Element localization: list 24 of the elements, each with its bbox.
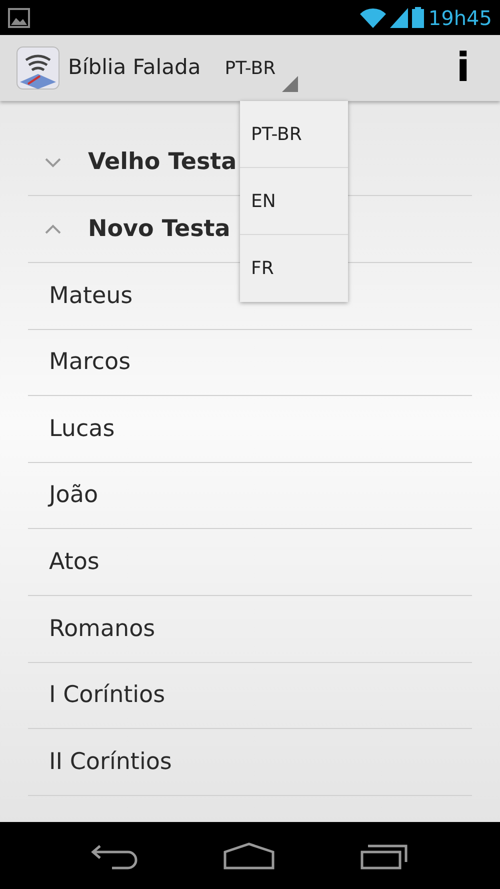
language-option[interactable]: FR	[240, 235, 348, 302]
info-button[interactable]: i	[450, 47, 476, 89]
clock-time: 19h45	[428, 4, 492, 32]
group-header[interactable]: Novo Testa	[88, 212, 230, 246]
signal-icon	[390, 8, 408, 28]
language-option[interactable]: EN	[240, 168, 348, 235]
group-header[interactable]: Velho Testa	[88, 144, 237, 180]
book-item[interactable]: Lucas	[49, 412, 115, 446]
book-item[interactable]: I Coríntios	[49, 678, 166, 713]
app-logo-icon	[16, 46, 60, 90]
wifi-icon	[360, 8, 386, 28]
battery-icon	[412, 7, 424, 28]
app-title: Bíblia Falada	[68, 54, 201, 82]
book-item[interactable]: João	[49, 478, 98, 513]
book-item[interactable]: Romanos	[49, 612, 156, 646]
book-item[interactable]: Marcos	[49, 345, 131, 380]
language-spinner[interactable]: PT-BR	[224, 38, 304, 98]
book-item[interactable]: Atos	[49, 544, 100, 580]
home-icon[interactable]	[222, 842, 275, 870]
image-notification-icon	[8, 8, 30, 28]
language-option[interactable]: PT-BR	[240, 101, 348, 168]
book-item[interactable]: Mateus	[49, 278, 133, 314]
book-item[interactable]: II Coríntios	[49, 744, 172, 780]
dropdown-triangle-icon	[282, 76, 298, 92]
